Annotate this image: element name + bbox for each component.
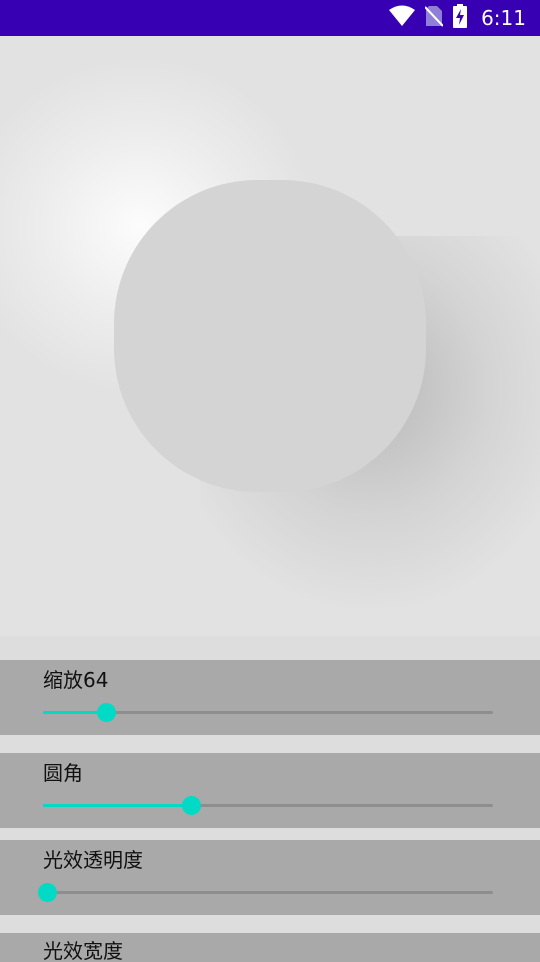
status-bar: 6:11	[0, 0, 540, 36]
scale-slider[interactable]	[43, 703, 493, 722]
light-opacity-panel: 光效透明度	[0, 840, 540, 915]
radius-panel: 圆角	[0, 753, 540, 828]
neumorphism-preview	[0, 36, 540, 636]
radius-slider-fill	[43, 804, 192, 807]
light-opacity-slider-thumb[interactable]	[37, 883, 57, 902]
battery-charging-icon	[453, 4, 468, 32]
light-opacity-slider[interactable]	[37, 883, 493, 902]
radius-slider-thumb[interactable]	[182, 796, 201, 815]
light-width-label: 光效宽度	[43, 939, 123, 962]
radius-slider[interactable]	[43, 796, 493, 815]
neumorphic-shape	[114, 180, 426, 492]
light-width-panel: 光效宽度	[0, 933, 540, 962]
scale-panel: 缩放64	[0, 660, 540, 735]
no-sim-icon	[424, 5, 444, 31]
scale-label: 缩放64	[43, 668, 109, 692]
status-time: 6:11	[481, 6, 526, 30]
light-opacity-label: 光效透明度	[43, 848, 143, 872]
status-icons: 6:11	[389, 0, 526, 36]
radius-label: 圆角	[43, 761, 83, 785]
scale-slider-thumb[interactable]	[96, 703, 116, 722]
wifi-icon	[389, 5, 416, 31]
